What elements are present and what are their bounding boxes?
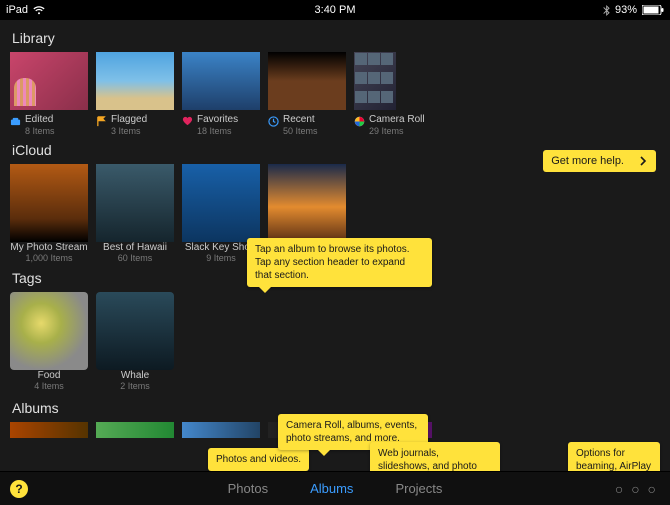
thumb [10, 164, 88, 242]
album-count: 8 Items [25, 126, 55, 136]
device-label: iPad [6, 4, 28, 16]
album-count: 29 Items [369, 126, 425, 136]
album-count: 18 Items [197, 126, 238, 136]
album-count: 3 Items [111, 126, 147, 136]
album-title: Recent [283, 114, 318, 126]
album-title: My Photo Stream [10, 242, 88, 254]
help-pill-label: Get more help. [551, 155, 624, 167]
album-mini[interactable] [182, 422, 260, 438]
clock: 3:40 PM [315, 4, 356, 16]
album-favorites[interactable]: Favorites18 Items [182, 52, 260, 136]
bluetooth-icon [603, 5, 610, 16]
more-options-button[interactable]: ○ ○ ○ [615, 481, 658, 497]
album-count: 60 Items [96, 253, 174, 263]
thumb [268, 52, 346, 110]
album-camera-roll[interactable]: Camera Roll29 Items [354, 52, 425, 136]
thumb [182, 52, 260, 110]
tab-bar: ? Photos Albums Projects ○ ○ ○ [0, 471, 670, 505]
tag-whale[interactable]: Whale2 Items [96, 292, 174, 392]
album-title: Edited [25, 114, 55, 126]
library-row: Edited8 Items Flagged3 Items Favorites18… [10, 52, 660, 136]
album-best-hawaii[interactable]: Best of Hawaii60 Items [96, 164, 174, 264]
edited-icon [10, 114, 21, 125]
get-more-help-button[interactable]: Get more help. [543, 150, 656, 172]
album-count: 4 Items [10, 381, 88, 391]
tab-projects[interactable]: Projects [395, 481, 442, 496]
album-photo-stream[interactable]: My Photo Stream1,000 Items [10, 164, 88, 264]
battery-icon [642, 5, 664, 15]
tag-food[interactable]: Food4 Items [10, 292, 88, 392]
tags-row: Food4 Items Whale2 Items [10, 292, 660, 392]
chevron-right-icon [638, 156, 648, 166]
album-count: 1,000 Items [10, 253, 88, 263]
album-title: Food [10, 370, 88, 382]
album-count: 2 Items [96, 381, 174, 391]
thumb [10, 292, 88, 370]
thumb [10, 52, 88, 110]
album-title: Flagged [111, 114, 147, 126]
status-bar: iPad 3:40 PM 93% [0, 0, 670, 20]
clock-icon [268, 114, 279, 125]
tooltip-album: Tap an album to browse its photos. Tap a… [247, 238, 432, 287]
album-title: Whale [96, 370, 174, 382]
thumb [354, 52, 396, 110]
tooltip-photos: Photos and videos. [208, 448, 309, 471]
battery-pct: 93% [615, 4, 637, 16]
section-header-library[interactable]: Library [12, 30, 660, 46]
album-title: Best of Hawaii [96, 242, 174, 254]
album-flagged[interactable]: Flagged3 Items [96, 52, 174, 136]
heart-icon [182, 114, 193, 125]
color-wheel-icon [354, 114, 365, 125]
tab-albums[interactable]: Albums [310, 481, 353, 496]
flag-icon [96, 114, 107, 125]
help-badge-button[interactable]: ? [10, 480, 28, 498]
album-recent[interactable]: Recent50 Items [268, 52, 346, 136]
album-title: Camera Roll [369, 114, 425, 126]
thumb [96, 292, 174, 370]
album-count: 50 Items [283, 126, 318, 136]
thumb [182, 164, 260, 242]
album-mini[interactable] [96, 422, 174, 438]
album-edited[interactable]: Edited8 Items [10, 52, 88, 136]
album-title: Favorites [197, 114, 238, 126]
thumb [268, 164, 346, 242]
thumb [96, 52, 174, 110]
tab-photos[interactable]: Photos [228, 481, 268, 496]
thumb [96, 164, 174, 242]
wifi-icon [33, 6, 45, 15]
album-mini[interactable] [10, 422, 88, 438]
